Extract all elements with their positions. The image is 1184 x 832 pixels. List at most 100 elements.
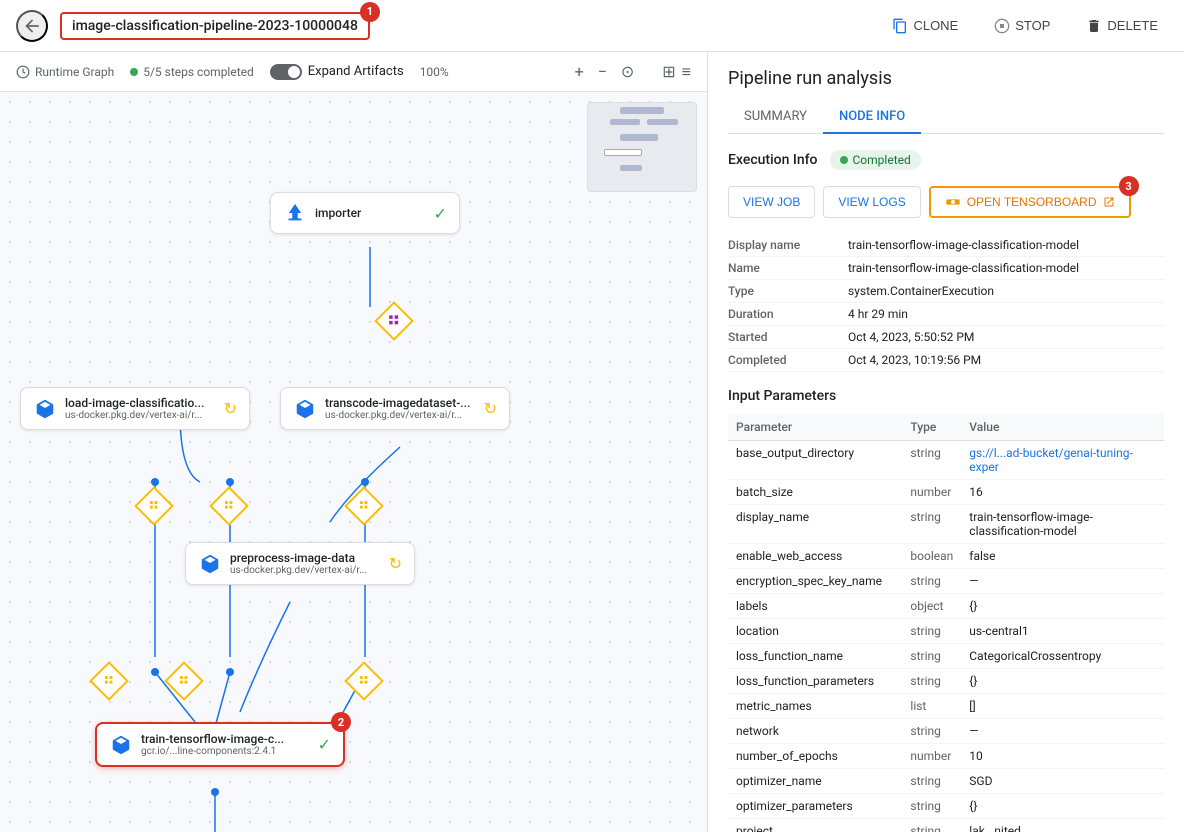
transcode-sub: us-docker.pkg.dev/vertex-ai/r... — [325, 410, 470, 421]
view-logs-button[interactable]: VIEW LOGS — [823, 186, 920, 218]
status-text: Completed — [853, 153, 911, 167]
param-key-cell: optimizer_parameters — [728, 794, 902, 819]
transcode-node[interactable]: transcode-imagedataset-... us-docker.pkg… — [280, 387, 510, 430]
preprocess-cube-icon — [198, 552, 222, 576]
param-type-cell: string — [902, 505, 961, 544]
param-key-cell: loss_function_name — [728, 644, 902, 669]
artifact-diamond-3[interactable] — [215, 492, 243, 520]
runtime-graph-label: Runtime Graph — [35, 65, 114, 79]
artifact-diamond-7[interactable] — [350, 667, 378, 695]
zoom-in-button[interactable]: + — [571, 60, 588, 83]
param-type-cell: boolean — [902, 544, 961, 569]
load-title: load-image-classificatio... — [65, 396, 204, 410]
param-type-cell: string — [902, 819, 961, 832]
train-node[interactable]: 2 train-tensorflow-image-c... gcr.io/...… — [95, 722, 345, 767]
preprocess-sub: us-docker.pkg.dev/vertex-ai/r... — [230, 565, 367, 576]
zoom-reset-button[interactable]: ⊙ — [617, 60, 638, 83]
clone-button[interactable]: CLONE — [882, 13, 968, 39]
info-type: Type system.ContainerExecution — [728, 280, 1164, 303]
param-value-cell: — — [961, 569, 1164, 594]
panel-title: Pipeline run analysis — [728, 68, 1164, 89]
open-tensorboard-button[interactable]: OPEN TENSORBOARD — [929, 186, 1131, 218]
clone-label: CLONE — [913, 18, 958, 33]
param-key-cell: base_output_directory — [728, 441, 902, 480]
diamond-6 — [164, 661, 204, 701]
param-key-cell: location — [728, 619, 902, 644]
param-key-cell: display_name — [728, 505, 902, 544]
pipeline-canvas[interactable]: importer ✓ — [0, 92, 707, 832]
tensorboard-label: OPEN TENSORBOARD — [967, 195, 1097, 209]
back-button[interactable] — [16, 10, 48, 42]
expand-artifacts-label: Expand Artifacts — [308, 64, 404, 79]
param-key-cell: batch_size — [728, 480, 902, 505]
execution-info-label: Execution Info — [728, 152, 818, 168]
view-icons: ⊞ ≡ — [662, 62, 691, 82]
artifact-diamond-2[interactable] — [140, 492, 168, 520]
view-job-button[interactable]: VIEW JOB — [728, 186, 815, 218]
importer-title: importer — [315, 206, 361, 220]
grid-view-icon[interactable]: ⊞ — [662, 62, 675, 82]
param-value-cell: lak...nited — [961, 819, 1164, 832]
load-refresh-icon: ↻ — [224, 399, 237, 418]
importer-node[interactable]: importer ✓ — [270, 192, 460, 234]
param-type-cell: object — [902, 594, 961, 619]
artifact-diamond-4[interactable] — [350, 492, 378, 520]
table-row: projectstringlak...nited — [728, 819, 1164, 832]
panel-tabs: SUMMARY NODE INFO — [728, 101, 1164, 134]
param-value-cell[interactable]: gs://l...ad-bucket/genai-tuning-exper — [961, 441, 1164, 480]
zoom-controls: + − ⊙ — [571, 60, 639, 83]
load-node[interactable]: load-image-classificatio... us-docker.pk… — [20, 387, 250, 430]
param-type-cell: string — [902, 769, 961, 794]
param-value-cell: CategoricalCrossentropy — [961, 644, 1164, 669]
delete-button[interactable]: DELETE — [1076, 13, 1168, 39]
runtime-graph-item[interactable]: Runtime Graph — [16, 65, 114, 79]
diamond-shape-1 — [374, 301, 414, 341]
artifact-node-1[interactable] — [380, 307, 408, 335]
param-value-cell: 16 — [961, 480, 1164, 505]
artifact-diamond-5[interactable] — [95, 667, 123, 695]
zoom-level: 100% — [420, 65, 449, 79]
param-value-cell: false — [961, 544, 1164, 569]
info-completed: Completed Oct 4, 2023, 10:19:56 PM — [728, 349, 1164, 372]
table-row: display_namestringtrain-tensorflow-image… — [728, 505, 1164, 544]
tab-summary[interactable]: SUMMARY — [728, 101, 823, 134]
param-type-cell: string — [902, 669, 961, 694]
preprocess-node[interactable]: preprocess-image-data us-docker.pkg.dev/… — [185, 542, 415, 585]
table-row: networkstring— — [728, 719, 1164, 744]
steps-completed: 5/5 steps completed — [130, 65, 254, 79]
param-key-cell: labels — [728, 594, 902, 619]
preprocess-title: preprocess-image-data — [230, 551, 367, 565]
diamond-5 — [89, 661, 129, 701]
param-value-cell: {} — [961, 669, 1164, 694]
stop-button[interactable]: STOP — [984, 13, 1060, 39]
param-type-cell: number — [902, 744, 961, 769]
preprocess-refresh-icon: ↻ — [389, 554, 402, 573]
preprocess-text: preprocess-image-data us-docker.pkg.dev/… — [230, 551, 367, 576]
diamond-inner-1 — [388, 314, 400, 329]
diamond-4 — [344, 486, 384, 526]
expand-artifacts-toggle[interactable]: Expand Artifacts — [270, 64, 404, 80]
train-cube-icon — [109, 733, 133, 757]
param-value-cell: {} — [961, 594, 1164, 619]
table-row: base_output_directorystringgs://l...ad-b… — [728, 441, 1164, 480]
artifact-diamond-6[interactable] — [170, 667, 198, 695]
importer-text: importer — [315, 206, 361, 220]
tensorboard-wrapper: OPEN TENSORBOARD 3 — [929, 186, 1131, 218]
table-row: loss_function_parametersstring{} — [728, 669, 1164, 694]
tab-node-info[interactable]: NODE INFO — [823, 101, 921, 134]
toggle-switch-control[interactable] — [270, 64, 302, 80]
badge-2: 2 — [331, 712, 351, 732]
info-started: Started Oct 4, 2023, 5:50:52 PM — [728, 326, 1164, 349]
train-sub: gcr.io/...line-components:2.4.1 — [141, 746, 284, 757]
param-key-cell: network — [728, 719, 902, 744]
train-text: train-tensorflow-image-c... gcr.io/...li… — [141, 732, 284, 757]
table-row: loss_function_namestringCategoricalCross… — [728, 644, 1164, 669]
param-type-cell: string — [902, 644, 961, 669]
load-sub: us-docker.pkg.dev/vertex-ai/r... — [65, 410, 204, 421]
zoom-out-button[interactable]: − — [594, 60, 611, 83]
param-value-cell: {} — [961, 794, 1164, 819]
param-col-header: Parameter — [728, 414, 902, 441]
delete-label: DELETE — [1107, 18, 1158, 33]
param-value-cell: [] — [961, 694, 1164, 719]
list-view-icon[interactable]: ≡ — [682, 62, 691, 82]
